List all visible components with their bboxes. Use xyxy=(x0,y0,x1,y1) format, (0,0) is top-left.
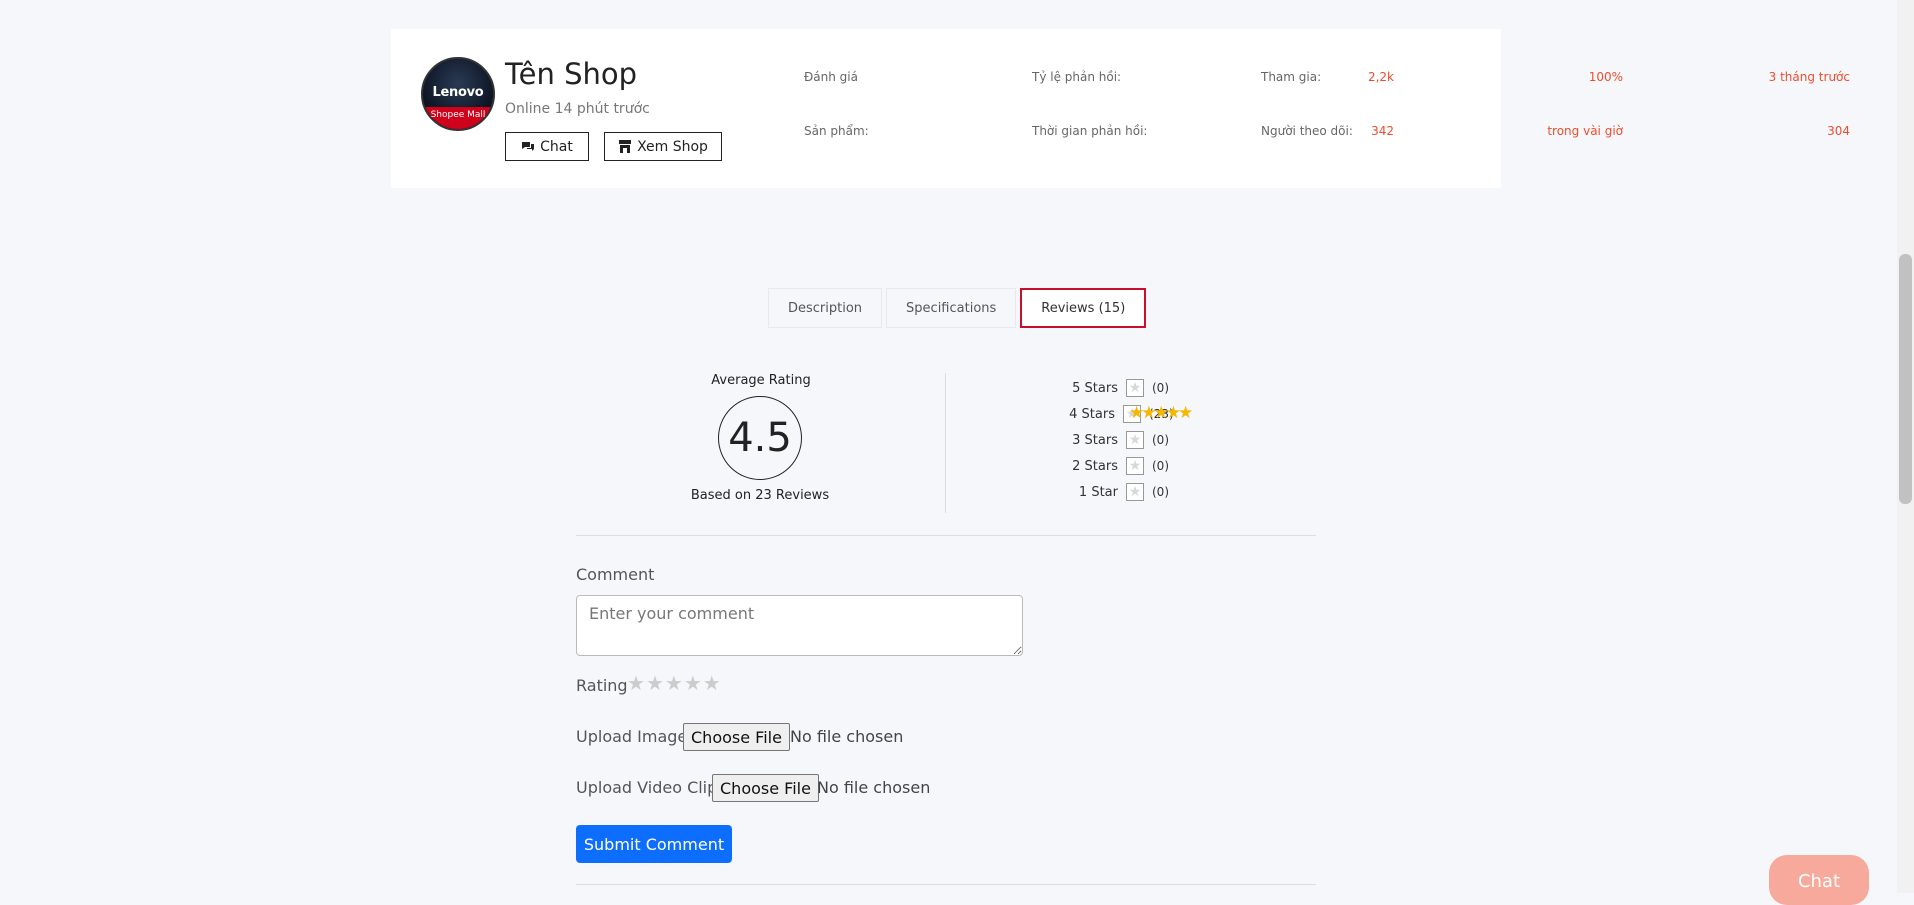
product-tabs: Description Specifications Reviews (15) xyxy=(768,288,1150,328)
rating-row-count: (0) xyxy=(1152,459,1169,473)
tab-specifications[interactable]: Specifications xyxy=(886,288,1017,328)
star-box-icon: ★ xyxy=(1126,379,1144,397)
tab-reviews[interactable]: Reviews (15) xyxy=(1020,288,1147,328)
tab-description[interactable]: Description xyxy=(768,288,883,328)
submit-comment-button[interactable]: Submit Comment xyxy=(576,825,732,863)
average-rating-value: 4.5 xyxy=(718,396,802,480)
scrollbar-thumb[interactable] xyxy=(1899,254,1912,504)
store-icon xyxy=(619,140,632,153)
comments-icon xyxy=(522,141,535,151)
shop-name: Tên Shop xyxy=(505,57,638,91)
star-box-icon: ★ xyxy=(1126,431,1144,449)
average-rating-based-on: Based on 23 Reviews xyxy=(690,488,830,503)
rating-row-5: 5 Stars ★ (0) xyxy=(1070,377,1169,399)
rating-star-1-icon[interactable]: ★ xyxy=(627,671,646,695)
star-box-icon: ★ xyxy=(1126,483,1144,501)
stat-value-response-rate: 100% xyxy=(1588,70,1623,84)
upload-video-label: Upload Video Clip xyxy=(576,778,718,797)
view-shop-button-label: Xem Shop xyxy=(637,138,708,155)
stat-label-followers: Người theo dõi: xyxy=(1261,124,1353,138)
stat-value-response-time: trong vài giờ xyxy=(1547,124,1623,138)
rating-row-count: (0) xyxy=(1152,433,1169,447)
rating-row-label: 1 Star xyxy=(1078,484,1118,500)
section-divider xyxy=(576,535,1316,536)
rating-row-2: 2 Stars ★ (0) xyxy=(1070,455,1169,477)
rating-label: Rating xyxy=(576,676,628,695)
rating-star-2-icon[interactable]: ★ xyxy=(646,671,665,695)
rating-input[interactable]: ★★★★★ xyxy=(627,671,722,695)
stat-label-ratings: Đánh giá xyxy=(804,70,858,84)
comment-label: Comment xyxy=(576,565,655,584)
rating-star-4-icon[interactable]: ★ xyxy=(684,671,703,695)
avatar-mall-band: Shopee Mall xyxy=(423,107,493,129)
shop-avatar[interactable]: Lenovo Shopee Mall xyxy=(421,57,495,131)
stat-label-products: Sản phẩm: xyxy=(804,124,869,138)
upload-image-button[interactable]: Choose File xyxy=(683,723,790,751)
shop-info-card: Lenovo Shopee Mall Tên Shop Online 14 ph… xyxy=(391,29,1850,188)
upload-image-label: Upload Image xyxy=(576,727,688,746)
floating-chat-button[interactable]: Chat xyxy=(1769,855,1869,905)
comment-textarea[interactable] xyxy=(576,595,1023,656)
shop-online-status: Online 14 phút trước xyxy=(505,101,650,117)
avatar-logo-text: Lenovo xyxy=(432,85,484,100)
rating-star-3-icon[interactable]: ★ xyxy=(665,671,684,695)
upload-video-status: No file chosen xyxy=(817,778,931,797)
rating-row-label: 5 Stars xyxy=(1072,380,1118,396)
chat-button-label: Chat xyxy=(540,138,573,155)
rating-row-label: 2 Stars xyxy=(1072,458,1118,474)
rating-row-count: (0) xyxy=(1152,381,1169,395)
stat-label-response-rate: Tỷ lệ phản hồi: xyxy=(1032,70,1122,84)
rating-row-count: (0) xyxy=(1152,485,1169,499)
rating-row-label: 3 Stars xyxy=(1072,432,1118,448)
star-box-icon: ★ xyxy=(1126,457,1144,475)
rating-star-5-icon[interactable]: ★ xyxy=(703,671,722,695)
stat-label-response-time: Thời gian phản hồi: xyxy=(1032,124,1148,138)
rating-divider xyxy=(945,373,946,513)
section-divider-bottom xyxy=(576,884,1316,885)
page-scrollbar[interactable] xyxy=(1897,0,1914,893)
chat-button[interactable]: Chat xyxy=(505,132,589,161)
stat-value-joined: 3 tháng trước xyxy=(1768,70,1850,84)
average-rating-title: Average Rating xyxy=(711,373,811,388)
rating-row-1: 1 Star ★ (0) xyxy=(1070,481,1169,503)
view-shop-button[interactable]: Xem Shop xyxy=(604,132,722,161)
upload-image-status: No file chosen xyxy=(790,727,904,746)
four-star-fill-icon: ★★★★★ xyxy=(1129,403,1193,423)
rating-row-3: 3 Stars ★ (0) xyxy=(1070,429,1169,451)
stat-value-followers: 304 xyxy=(1827,124,1850,138)
rating-row-label: 4 Stars xyxy=(1069,406,1115,422)
upload-video-button[interactable]: Choose File xyxy=(712,774,819,802)
stat-label-joined: Tham gia: xyxy=(1261,70,1322,84)
